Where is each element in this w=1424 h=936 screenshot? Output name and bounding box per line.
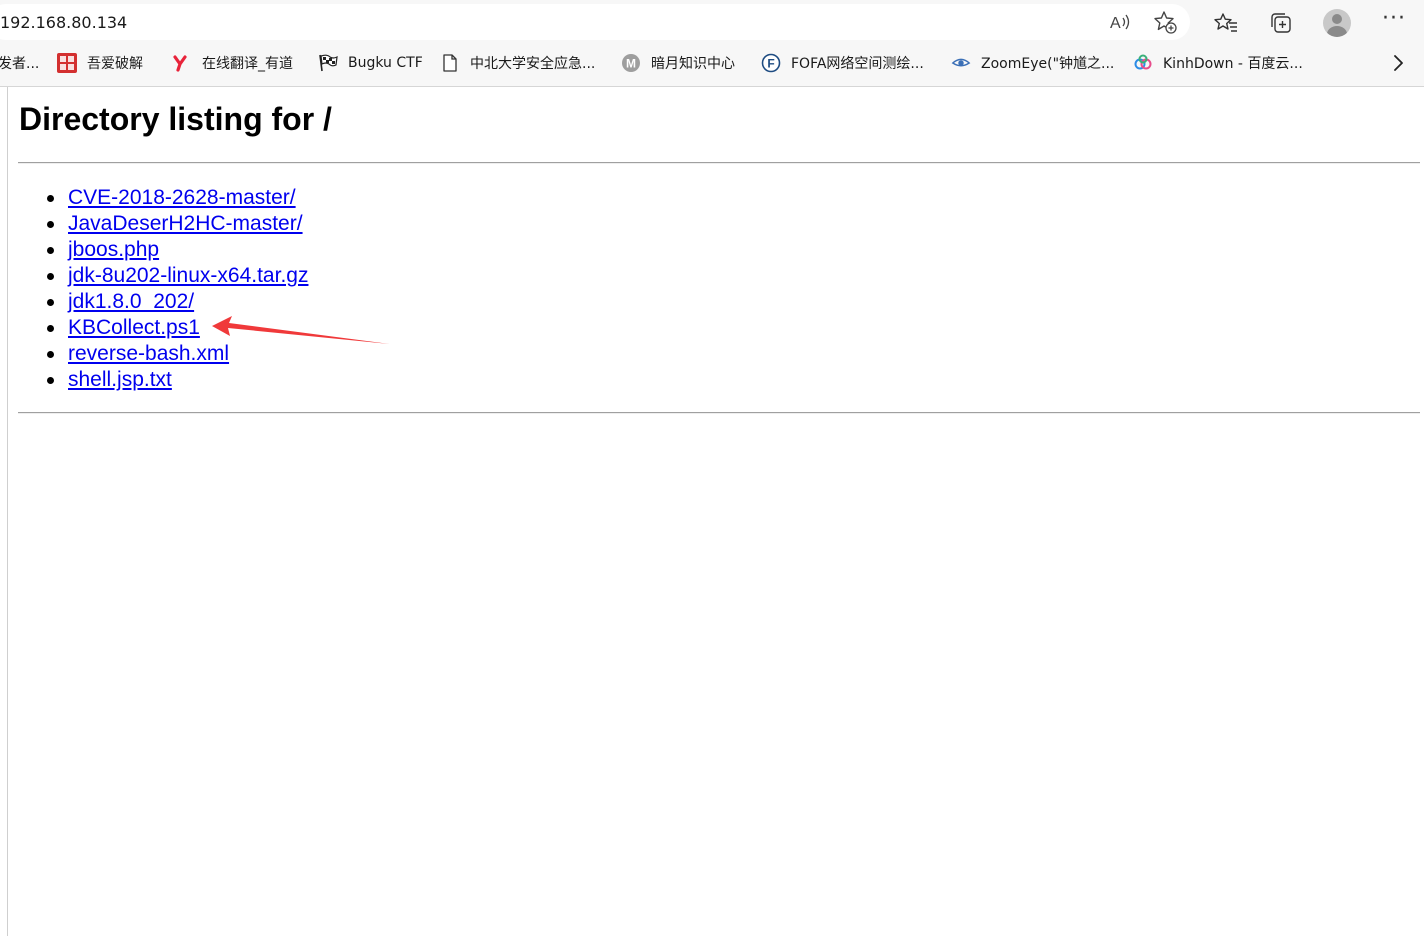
favorite-label: FOFA网络空间测绘... xyxy=(791,56,924,72)
url-text[interactable]: 192.168.80.134 xyxy=(0,13,127,32)
favorite-label: Bugku CTF xyxy=(348,55,423,71)
favorite-label: KinhDown - 百度云... xyxy=(1163,56,1303,72)
favorite-label: 暗月知识中心 xyxy=(651,56,735,72)
file-link[interactable]: jdk-8u202-linux-x64.tar.gz xyxy=(68,264,308,287)
svg-text:A: A xyxy=(1110,15,1121,32)
list-item: reverse-bash.xml xyxy=(47,341,308,367)
bullet-icon xyxy=(47,325,54,332)
list-item: CVE-2018-2628-master/ xyxy=(47,185,308,211)
file-link[interactable]: reverse-bash.xml xyxy=(68,342,229,365)
bullet-icon xyxy=(47,195,54,202)
top-divider xyxy=(18,162,1420,164)
favorite-item-kinhdown[interactable]: KinhDown - 百度云... xyxy=(1133,52,1303,74)
page-title: Directory listing for / xyxy=(19,101,332,137)
file-link[interactable]: JavaDeserH2HC-master/ xyxy=(68,212,303,235)
favorite-label: ZoomEye("钟馗之... xyxy=(981,56,1115,72)
favorite-item-0[interactable]: 发者... xyxy=(0,52,39,74)
anyue-icon: M xyxy=(621,53,641,73)
bullet-icon xyxy=(47,221,54,228)
favorite-item-bugku[interactable]: Bugku CTF xyxy=(318,52,423,74)
youdao-icon xyxy=(172,53,192,73)
favorite-label: 发者... xyxy=(0,56,40,72)
favorite-item-52pojie[interactable]: 吾爱破解 xyxy=(57,52,143,74)
profile-avatar-icon[interactable] xyxy=(1320,6,1354,40)
page-content: Directory listing for / CVE-2018-2628-ma… xyxy=(8,87,1424,936)
file-link[interactable]: CVE-2018-2628-master/ xyxy=(68,186,296,209)
bullet-icon xyxy=(47,299,54,306)
collections-icon[interactable] xyxy=(1264,6,1298,40)
browser-chrome: 192.168.80.134 A ··· 发者... 吾爱破解 在线翻译_有道 … xyxy=(0,0,1424,87)
file-link[interactable]: jboos.php xyxy=(68,238,159,261)
file-link[interactable]: KBCollect.ps1 xyxy=(68,316,200,339)
favorite-item-fofa[interactable]: F FOFA网络空间测绘... xyxy=(761,52,924,74)
list-item: jdk1.8.0_202/ xyxy=(47,289,308,315)
more-options-icon[interactable]: ··· xyxy=(1377,6,1411,40)
chevron-right-icon[interactable] xyxy=(1386,50,1410,76)
file-link[interactable]: shell.jsp.txt xyxy=(68,368,172,391)
list-item: KBCollect.ps1 xyxy=(47,315,308,341)
svg-text:F: F xyxy=(767,57,774,71)
file-list: CVE-2018-2628-master/ JavaDeserH2HC-mast… xyxy=(47,185,308,393)
file-link[interactable]: jdk1.8.0_202/ xyxy=(68,290,194,313)
bullet-icon xyxy=(47,273,54,280)
checkered-flag-icon xyxy=(318,53,338,73)
favorite-label: 吾爱破解 xyxy=(87,56,143,72)
bottom-divider xyxy=(18,412,1420,414)
address-bar[interactable]: 192.168.80.134 A xyxy=(0,4,1190,40)
bullet-icon xyxy=(47,247,54,254)
52pojie-icon xyxy=(57,53,77,73)
list-item: jboos.php xyxy=(47,237,308,263)
read-aloud-icon[interactable]: A xyxy=(1108,10,1132,34)
favorite-item-youdao[interactable]: 在线翻译_有道 xyxy=(172,52,293,74)
favorite-item-zoomeye[interactable]: ZoomEye("钟馗之... xyxy=(951,52,1114,74)
svg-text:M: M xyxy=(626,57,636,71)
list-item: JavaDeserH2HC-master/ xyxy=(47,211,308,237)
favorites-icon[interactable] xyxy=(1209,6,1243,40)
bullet-icon xyxy=(47,377,54,384)
favorite-label: 中北大学安全应急... xyxy=(470,56,596,72)
add-favorite-icon[interactable] xyxy=(1153,10,1177,34)
favorite-label: 在线翻译_有道 xyxy=(202,56,293,72)
list-item: jdk-8u202-linux-x64.tar.gz xyxy=(47,263,308,289)
list-item: shell.jsp.txt xyxy=(47,367,308,393)
favorite-item-nuc[interactable]: 中北大学安全应急... xyxy=(440,52,595,74)
bullet-icon xyxy=(47,351,54,358)
page-icon xyxy=(440,53,460,73)
fofa-icon: F xyxy=(761,53,781,73)
zoomeye-icon xyxy=(951,53,971,73)
kinhdown-icon xyxy=(1133,53,1153,73)
favorites-bar: 发者... 吾爱破解 在线翻译_有道 Bugku CTF 中北大学安全应急...… xyxy=(0,46,1424,80)
favorite-item-anyue[interactable]: M 暗月知识中心 xyxy=(621,52,735,74)
